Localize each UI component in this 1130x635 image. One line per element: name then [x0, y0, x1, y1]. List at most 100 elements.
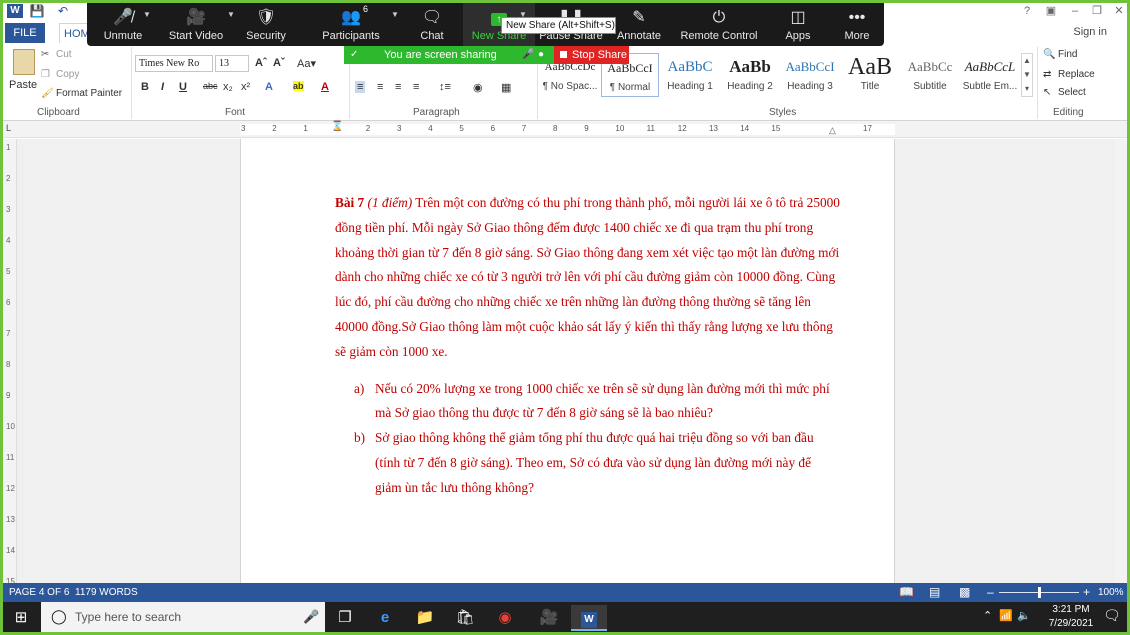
video-options-chevron-icon[interactable]: ▼ — [227, 10, 235, 19]
style-heading-2[interactable]: AaBb Heading 2 — [721, 53, 779, 97]
ribbon-display-icon[interactable]: ▣ — [1039, 3, 1063, 20]
vertical-scrollbar[interactable] — [1115, 139, 1127, 583]
replace-button[interactable]: Replace — [1058, 69, 1095, 80]
style-subtle-emphasis[interactable]: AaBbCcL Subtle Em... — [961, 53, 1019, 97]
align-left-icon[interactable]: ≡ — [355, 81, 366, 93]
style-subtitle[interactable]: AaBbCc Subtitle — [901, 53, 959, 97]
apps-button[interactable]: ◫ Apps — [777, 3, 819, 46]
find-button[interactable]: Find — [1058, 49, 1077, 60]
bold-icon[interactable]: B — [141, 81, 149, 93]
select-icon[interactable]: ↖ — [1043, 87, 1051, 98]
highlight-icon[interactable]: ab — [293, 81, 304, 91]
indent-marker-icon[interactable]: ⌛ — [331, 121, 343, 132]
windows-start-icon[interactable]: ⊞ — [3, 605, 39, 631]
zoom-in-icon[interactable]: + — [1083, 583, 1090, 602]
change-case-icon[interactable]: Aa▾ — [297, 57, 316, 70]
edge-icon[interactable]: e — [367, 605, 403, 631]
tab-selector-icon[interactable]: L — [6, 123, 11, 133]
pin-icon[interactable]: ✓ — [350, 46, 358, 64]
strikethrough-icon[interactable]: abc — [203, 81, 218, 91]
cut-button[interactable]: Cut — [56, 49, 72, 60]
read-mode-icon[interactable]: 📖 — [899, 583, 914, 602]
chat-button[interactable]: 🗨 Chat — [409, 3, 455, 46]
underline-icon[interactable]: U — [179, 81, 187, 93]
format-painter-icon[interactable]: 🖌 — [41, 88, 54, 99]
clock-date[interactable]: 7/29/2021 — [1043, 618, 1099, 629]
align-right-icon[interactable]: ≡ — [395, 81, 401, 93]
maximize-icon[interactable]: ❐ — [1085, 3, 1109, 20]
superscript-icon[interactable]: x² — [241, 81, 250, 93]
justify-icon[interactable]: ≡ — [413, 81, 419, 93]
find-icon[interactable]: 🔍 — [1043, 49, 1055, 60]
select-button[interactable]: Select — [1058, 87, 1086, 98]
security-button[interactable]: 🛡 Security — [239, 3, 293, 46]
replace-icon[interactable]: ⇄ — [1043, 69, 1051, 80]
show-hidden-icons-chevron-icon[interactable]: ⌃ — [983, 609, 992, 622]
font-size-select[interactable]: 13 — [215, 55, 249, 72]
notifications-icon[interactable]: 🗨 — [1103, 607, 1121, 624]
copy-button[interactable]: Copy — [56, 69, 79, 80]
zoom-percent[interactable]: 100% — [1098, 583, 1124, 602]
zoom-out-icon[interactable]: – — [987, 583, 994, 602]
screen-sharing-bar[interactable]: ✓ You are screen sharing 🎤 ● — [344, 46, 554, 64]
italic-icon[interactable]: I — [161, 81, 164, 93]
word-count[interactable]: 1179 WORDS — [75, 583, 138, 602]
taskbar-search-box[interactable]: ◯ Type here to search 🎤 — [41, 602, 325, 632]
document-body[interactable]: Bài 7 (1 điểm) Trên một con đường có thu… — [335, 191, 840, 501]
align-center-icon[interactable]: ≡ — [377, 81, 383, 93]
right-indent-marker-icon[interactable]: △ — [829, 125, 836, 136]
grow-font-icon[interactable]: Aˆ — [255, 57, 267, 69]
start-video-button[interactable]: 🎥 Start Video — [163, 3, 229, 46]
task-view-icon[interactable]: ❐ — [327, 605, 363, 631]
tab-file[interactable]: FILE — [5, 23, 45, 43]
annotate-button[interactable]: ✎ Annotate — [611, 3, 667, 46]
borders-icon[interactable]: ▦ — [501, 81, 511, 94]
zoom-app-icon[interactable]: 🎥 — [531, 605, 567, 631]
undo-icon[interactable]: ↶ — [55, 4, 71, 18]
copy-icon[interactable]: ❐ — [41, 69, 50, 80]
subscript-icon[interactable]: x₂ — [223, 81, 233, 93]
style-heading-3[interactable]: AaBbCcI Heading 3 — [781, 53, 839, 97]
format-painter-button[interactable]: Format Painter — [56, 88, 122, 99]
close-icon[interactable]: ✕ — [1107, 3, 1127, 20]
web-layout-icon[interactable]: ▩ — [959, 583, 970, 602]
save-icon[interactable]: 💾 — [29, 4, 45, 18]
word-taskbar-icon[interactable]: W — [571, 605, 607, 631]
document-page[interactable]: Bài 7 (1 điểm) Trên một con đường có thu… — [240, 139, 895, 583]
print-layout-icon[interactable]: ▤ — [929, 583, 940, 602]
clock-time[interactable]: 3:21 PM — [1043, 604, 1099, 615]
shading-icon[interactable]: ◉ — [473, 81, 483, 94]
styles-scroll[interactable]: ▲ ▼ ▾ — [1021, 53, 1033, 97]
participants-button[interactable]: 👥 6 Participants — [315, 3, 387, 46]
style-heading-1[interactable]: AaBbC Heading 1 — [661, 53, 719, 97]
line-spacing-icon[interactable]: ↕≡ — [439, 81, 451, 93]
file-explorer-icon[interactable]: 📁 — [407, 605, 443, 631]
chrome-icon[interactable]: ◉ — [487, 605, 523, 631]
font-color-icon[interactable]: A — [321, 81, 329, 93]
volume-muted-icon[interactable]: 🔈 — [1017, 609, 1031, 622]
style-title[interactable]: AaB Title — [841, 53, 899, 97]
text-effects-icon[interactable]: A — [265, 81, 273, 93]
network-icon[interactable]: 📶 — [999, 609, 1013, 622]
stop-share-button[interactable]: Stop Share — [554, 46, 629, 64]
new-share-tooltip: New Share (Alt+Shift+S) — [501, 17, 616, 34]
participants-options-chevron-icon[interactable]: ▼ — [391, 10, 399, 19]
more-button[interactable]: ••• More — [835, 3, 879, 46]
minimize-icon[interactable]: – — [1063, 3, 1087, 20]
remote-control-button[interactable]: ⏻ Remote Control — [679, 3, 759, 46]
paste-button[interactable] — [9, 49, 39, 79]
sign-in-link[interactable]: Sign in — [1073, 26, 1107, 38]
font-name-select[interactable]: Times New Ro — [135, 55, 213, 72]
cut-icon[interactable]: ✂ — [41, 49, 49, 60]
audio-options-chevron-icon[interactable]: ▼ — [143, 10, 151, 19]
store-icon[interactable]: 🛍 — [447, 605, 483, 631]
document-area: 1 2 3 4 5 6 7 8 9 10 11 12 13 14 15 Bài 7 (1 điểm) Trê… — [3, 139, 1127, 586]
page-count[interactable]: PAGE 4 OF 6 — [9, 583, 69, 602]
help-icon[interactable]: ? — [1015, 3, 1039, 20]
microphone-icon[interactable]: 🎤 — [303, 609, 319, 625]
style-sample: AaBb — [729, 57, 771, 76]
horizontal-ruler[interactable]: L 3 2 1 1 2 3 4 5 6 7 8 9 10 11 12 13 14 15 17 ⌛ △ — [3, 121, 1127, 138]
zoom-slider-thumb[interactable] — [1038, 587, 1041, 598]
shrink-font-icon[interactable]: Aˇ — [273, 57, 285, 69]
vertical-ruler-number: 1 — [6, 143, 11, 152]
